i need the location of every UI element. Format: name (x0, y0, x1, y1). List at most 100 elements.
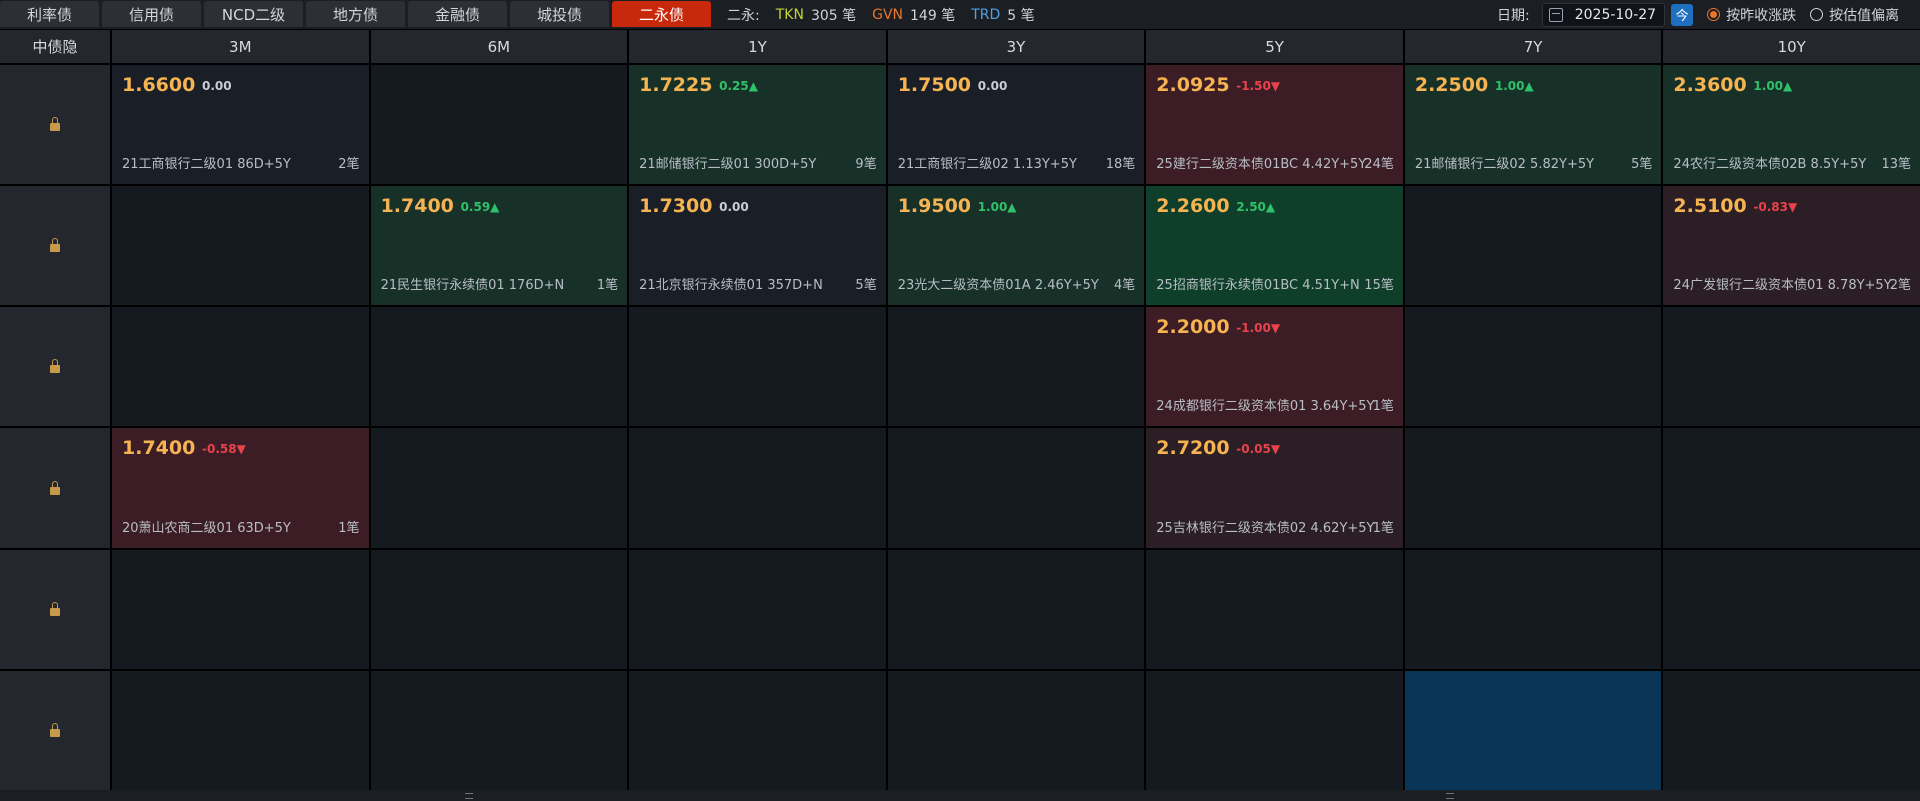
bond-name: 25吉林银行二级资本债02 4.62Y+5Y (1156, 520, 1375, 536)
empty-cell[interactable] (112, 186, 369, 306)
trade-count: 4笔 (1114, 278, 1136, 294)
lock-icon[interactable] (50, 117, 60, 132)
calendar-icon[interactable] (1548, 7, 1563, 22)
trade-count: 13笔 (1881, 157, 1911, 173)
empty-cell[interactable] (370, 428, 628, 548)
date-controls: 日期: 2025-10-27 今 按昨收涨跌 按估值偏离 (1497, 0, 1913, 29)
bond-name: 20萧山农商二级01 63D+5Y (122, 520, 291, 536)
radio-label: 按估值偏离 (1829, 7, 1900, 24)
quote-cell[interactable]: 2.2000 -1.00▼ 24成都银行二级资本债01 3.64Y+5Y 1笔 (1146, 307, 1403, 427)
tab-financial-bond[interactable]: 金融债 (408, 1, 507, 27)
radio-by-prev-close[interactable]: 按昨收涨跌 (1707, 5, 1796, 25)
trade-count: 18笔 (1105, 157, 1136, 173)
quote-cell[interactable]: 2.7200 -0.05▼ 25吉林银行二级资本债02 4.62Y+5Y 1笔 (1146, 428, 1403, 548)
quote-change: 1.00▲ (1753, 79, 1793, 93)
quote-change: 0.25▲ (719, 79, 758, 93)
empty-cell[interactable] (1663, 670, 1920, 790)
today-button[interactable]: 今 (1671, 3, 1694, 26)
trade-count: 15笔 (1364, 278, 1394, 294)
trade-count: 9笔 (855, 157, 877, 173)
lock-icon[interactable] (50, 480, 60, 495)
lock-icon[interactable] (50, 359, 60, 374)
date-picker[interactable]: 2025-10-27 (1541, 2, 1666, 27)
tab-urban-investment-bond[interactable]: 城投债 (510, 1, 609, 27)
empty-cell[interactable] (629, 670, 886, 790)
quote-cell[interactable]: 1.7300 0.00 21北京银行永续债01 357D+N 5笔 (629, 186, 886, 306)
empty-cell[interactable] (629, 549, 886, 669)
tab-local-bond[interactable]: 地方债 (306, 1, 405, 27)
row-lock-4[interactable] (0, 428, 110, 548)
column-header-5y[interactable]: 5Y (1146, 30, 1403, 63)
empty-cell[interactable] (370, 307, 628, 427)
tab-rate-bond[interactable]: 利率债 (0, 1, 99, 27)
tab-tier2-perpetual-bond[interactable]: 二永债 (612, 1, 711, 27)
quote-cell[interactable]: 2.2500 1.00▲ 21邮储银行二级02 5.82Y+5Y 5笔 (1404, 65, 1662, 185)
empty-cell[interactable] (1663, 549, 1920, 669)
quote-change: -1.00▼ (1236, 321, 1281, 336)
empty-cell[interactable] (1404, 549, 1662, 669)
empty-cell[interactable] (1146, 549, 1403, 669)
resize-handle-icon[interactable] (1446, 793, 1454, 799)
empty-cell[interactable] (887, 428, 1145, 548)
row-lock-3[interactable] (0, 307, 110, 427)
quote-price: 1.7500 (897, 74, 972, 96)
trade-count: 1笔 (1372, 399, 1394, 415)
empty-cell[interactable] (1663, 428, 1920, 548)
empty-cell[interactable] (112, 549, 369, 669)
row-lock-5[interactable] (0, 549, 110, 669)
quote-cell[interactable]: 1.7225 0.25▲ 21邮储银行二级01 300D+5Y 9笔 (629, 65, 886, 185)
quote-cell[interactable]: 1.7500 0.00 21工商银行二级02 1.13Y+5Y 18笔 (887, 65, 1145, 185)
empty-cell[interactable] (1404, 670, 1662, 790)
tab-ncd-secondary[interactable]: NCD二级 (204, 1, 303, 27)
empty-cell[interactable] (1404, 186, 1662, 306)
empty-cell[interactable] (370, 670, 628, 790)
quote-cell[interactable]: 1.7400 -0.58▼ 20萧山农商二级01 63D+5Y 1笔 (112, 428, 369, 548)
bond-name: 21邮储银行二级01 300D+5Y (639, 157, 817, 173)
empty-cell[interactable] (370, 65, 628, 185)
quote-cell[interactable]: 2.0925 -1.50▼ 25建行二级资本债01BC 4.42Y+5Y 24笔 (1146, 65, 1403, 185)
column-header-6m[interactable]: 6M (370, 30, 628, 63)
bond-name: 21民生银行永续债01 176D+N (380, 278, 565, 294)
column-header-10y[interactable]: 10Y (1663, 30, 1920, 63)
empty-cell[interactable] (1146, 670, 1403, 790)
empty-cell[interactable] (112, 307, 369, 427)
quote-cell[interactable]: 1.7400 0.59▲ 21民生银行永续债01 176D+N 1笔 (370, 186, 628, 306)
quote-cell[interactable]: 1.6600 0.00 21工商银行二级01 86D+5Y 2笔 (112, 65, 369, 185)
lock-icon[interactable] (50, 601, 60, 616)
empty-cell[interactable] (1404, 428, 1662, 548)
empty-cell[interactable] (629, 307, 886, 427)
resize-handle-icon[interactable] (465, 793, 473, 799)
bottom-splitter[interactable] (0, 790, 1920, 801)
quote-cell[interactable]: 2.5100 -0.83▼ 24广发银行二级资本债01 8.78Y+5Y 2笔 (1663, 186, 1920, 306)
empty-cell[interactable] (887, 307, 1145, 427)
column-header-1y[interactable]: 1Y (629, 30, 886, 63)
corner-header: 中债隐 (0, 30, 110, 63)
quote-cell[interactable]: 1.9500 1.00▲ 23光大二级资本债01A 2.46Y+5Y 4笔 (887, 186, 1145, 306)
column-header-7y[interactable]: 7Y (1404, 30, 1662, 63)
quote-price: 2.7200 (1156, 437, 1230, 460)
row-lock-1[interactable] (0, 65, 110, 185)
empty-cell[interactable] (887, 670, 1145, 790)
quote-change: 0.59▲ (460, 200, 500, 215)
lock-icon[interactable] (50, 722, 60, 737)
column-header-3y[interactable]: 3Y (887, 30, 1145, 63)
empty-cell[interactable] (112, 670, 369, 790)
trade-count: 1笔 (1372, 520, 1394, 536)
quote-cell[interactable]: 2.2600 2.50▲ 25招商银行永续债01BC 4.51Y+N 15笔 (1146, 186, 1403, 306)
row-lock-6[interactable] (0, 670, 110, 790)
row-lock-2[interactable] (0, 186, 110, 306)
tkn-label: TKN (775, 6, 804, 23)
lock-icon[interactable] (50, 238, 60, 253)
empty-cell[interactable] (629, 428, 886, 548)
quote-cell[interactable]: 2.3600 1.00▲ 24农行二级资本债02B 8.5Y+5Y 13笔 (1663, 65, 1920, 185)
empty-cell[interactable] (1404, 307, 1662, 427)
category-tabs: 利率债 信用债 NCD二级 地方债 金融债 城投债 二永债 (0, 1, 714, 28)
tab-credit-bond[interactable]: 信用债 (102, 1, 201, 27)
empty-cell[interactable] (1663, 307, 1920, 427)
empty-cell[interactable] (887, 549, 1145, 669)
bond-name: 25建行二级资本债01BC 4.42Y+5Y (1156, 157, 1367, 173)
quote-price: 2.3600 (1673, 74, 1747, 96)
column-header-3m[interactable]: 3M (112, 30, 369, 63)
empty-cell[interactable] (370, 549, 628, 669)
radio-by-valuation-deviation[interactable]: 按估值偏离 (1810, 5, 1899, 25)
